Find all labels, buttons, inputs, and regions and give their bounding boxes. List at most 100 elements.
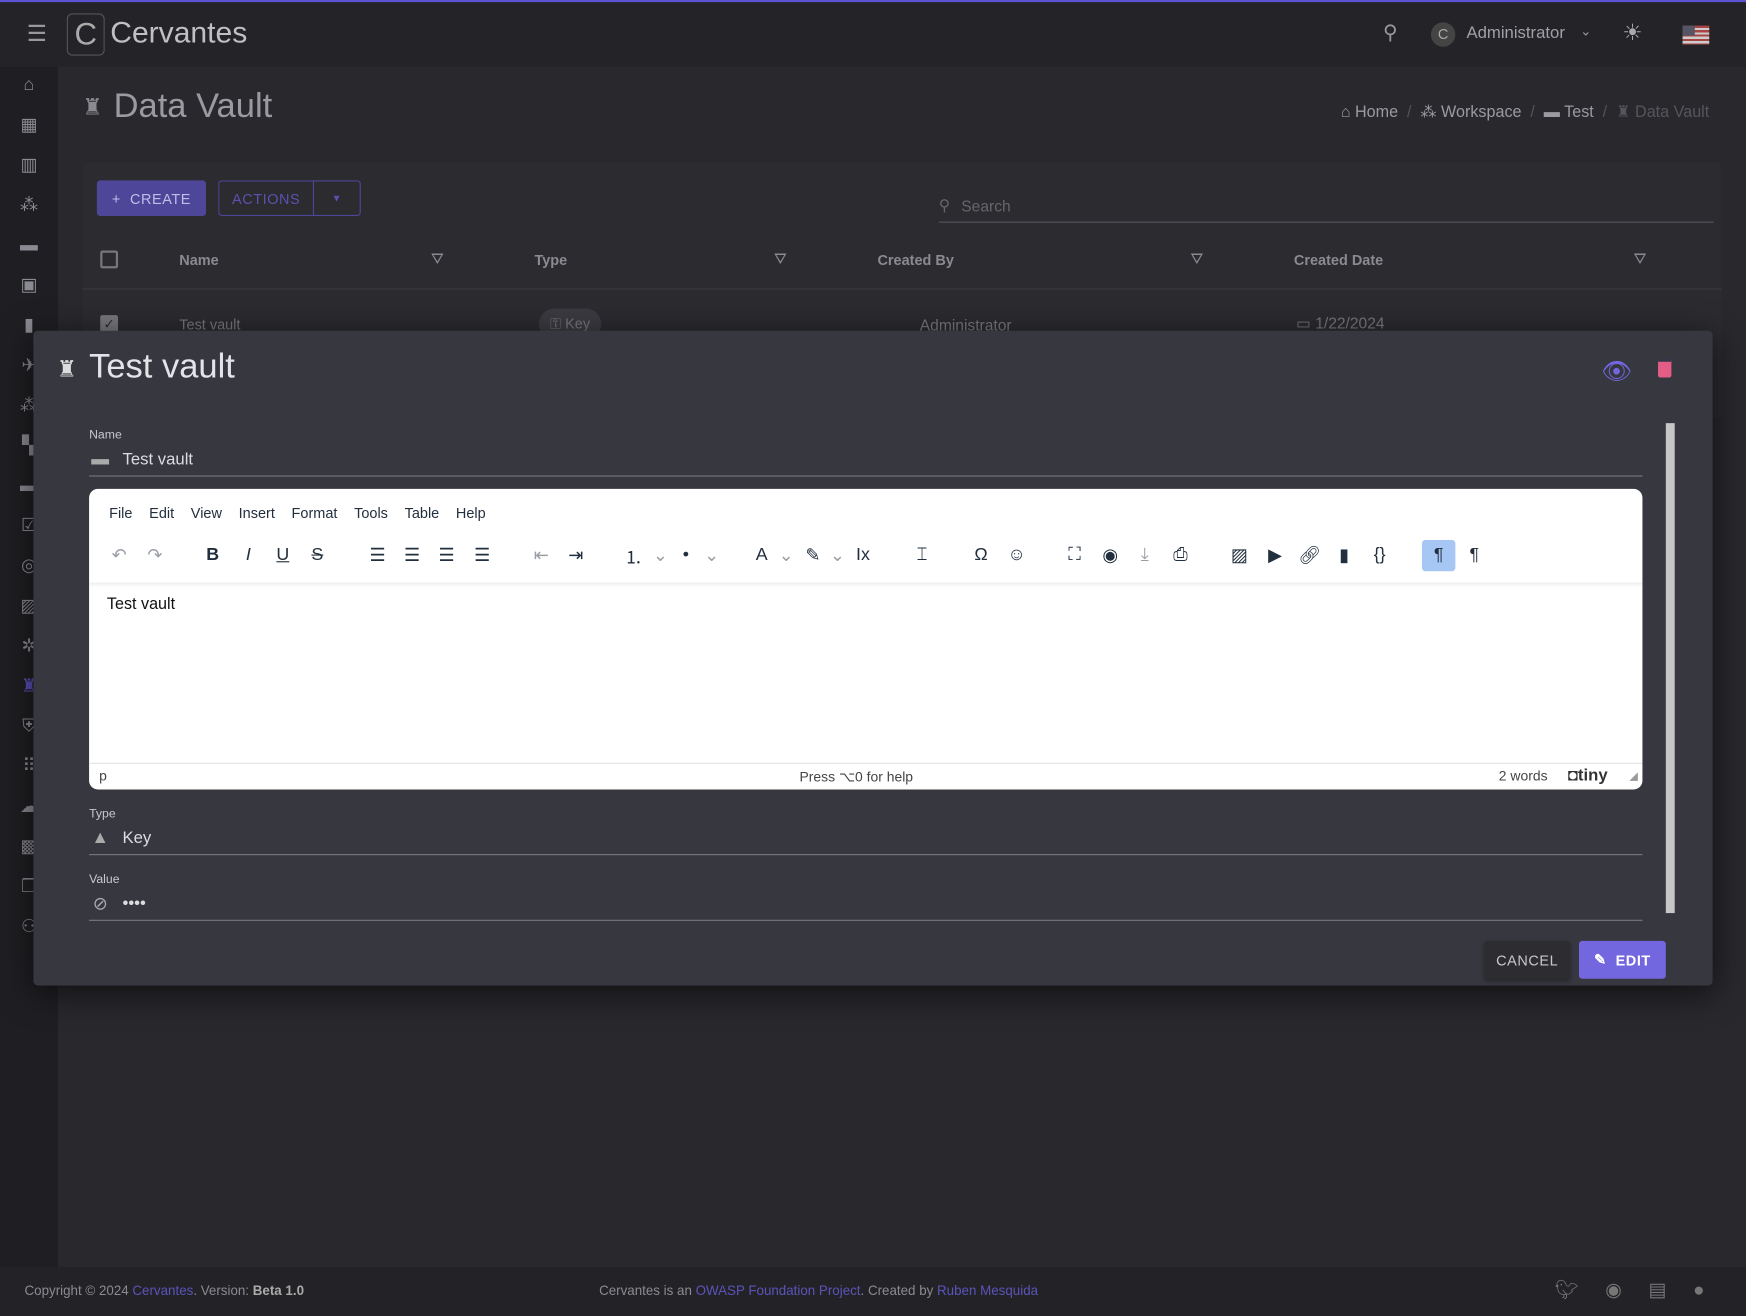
align-right-icon[interactable]: ☰ — [430, 540, 463, 571]
value-field[interactable]: ⊘ •••• — [89, 887, 1643, 921]
workspace-icon[interactable]: ⁂ — [18, 195, 40, 217]
docs-book-icon[interactable]: ▤ — [1648, 1279, 1666, 1301]
media-icon[interactable]: ▶ — [1258, 540, 1291, 571]
cervantes-link[interactable]: Cervantes — [132, 1283, 193, 1299]
cervantes-logo: C — [66, 13, 105, 56]
breadcrumb-test[interactable]: ▬ Test — [1544, 104, 1594, 122]
theme-toggle-icon[interactable]: ☀ — [1622, 19, 1642, 47]
search-icon[interactable]: ⚲ — [1383, 21, 1398, 44]
briefcase-icon[interactable]: ▣ — [18, 275, 40, 297]
page-title: Data Vault — [113, 85, 273, 125]
actions-dropdown[interactable]: ▼ — [312, 180, 361, 217]
redo-icon[interactable]: ↷ — [138, 540, 171, 571]
editor-menu-table[interactable]: Table — [405, 504, 440, 521]
type-label: Type — [89, 807, 116, 821]
preview-icon[interactable]: ◉ — [1093, 540, 1126, 571]
book-icon[interactable]: ▥ — [18, 155, 40, 177]
editor-menu-format[interactable]: Format — [292, 504, 338, 521]
italic-icon[interactable]: I — [232, 540, 265, 571]
word-count[interactable]: 2 words — [1499, 768, 1548, 784]
align-center-icon[interactable]: ☰ — [395, 540, 428, 571]
chevron-down-icon[interactable]: ⌄ — [695, 540, 728, 571]
breadcrumb-home[interactable]: ⌂ Home — [1341, 104, 1398, 122]
anchor-icon[interactable]: ▮ — [1327, 540, 1360, 571]
editor-content[interactable]: Test vault — [107, 596, 175, 614]
folder-icon[interactable]: ▬ — [18, 235, 40, 257]
resize-handle[interactable]: ◢ — [1629, 771, 1638, 783]
column-header-type[interactable]: Type — [534, 252, 567, 269]
emoji-icon[interactable]: ☺ — [1000, 540, 1033, 571]
delete-trash-icon[interactable] — [1658, 358, 1672, 378]
user-name[interactable]: Administrator — [1467, 23, 1565, 42]
scrollbar[interactable] — [1665, 423, 1675, 914]
vault-icon: ♜ — [56, 357, 77, 382]
search-input[interactable]: ⚲ Search — [938, 189, 1714, 223]
twitter-icon[interactable]: 🐦︎ — [1554, 1279, 1578, 1301]
cancel-button[interactable]: CANCEL — [1484, 940, 1571, 979]
clear-format-icon[interactable]: Ix — [846, 540, 879, 571]
view-eye-icon[interactable]: 👁 — [1601, 357, 1632, 386]
special-char-icon[interactable]: Ω — [964, 540, 997, 571]
column-header-created-date[interactable]: Created Date — [1294, 252, 1383, 269]
actions-button[interactable]: ACTIONS — [218, 180, 313, 217]
editor-menu-help[interactable]: Help — [456, 504, 486, 521]
breadcrumb-workspace[interactable]: ⁂ Workspace — [1420, 104, 1521, 122]
select-all-checkbox[interactable] — [100, 250, 119, 269]
save-icon[interactable]: ⤓ — [1128, 540, 1161, 571]
menu-icon[interactable]: ☰ — [27, 20, 47, 48]
element-path[interactable]: p — [99, 768, 107, 784]
rtl-icon[interactable]: ¶ — [1458, 540, 1491, 571]
underline-icon[interactable]: U — [266, 540, 299, 571]
eye-off-icon[interactable]: ⊘ — [89, 892, 111, 914]
name-field[interactable]: ▬ Test vault — [89, 443, 1643, 477]
type-field[interactable]: ▲ Key — [89, 822, 1643, 856]
editor-menu-view[interactable]: View — [191, 504, 222, 521]
owasp-link[interactable]: OWASP Foundation Project — [696, 1283, 861, 1299]
indent-icon[interactable]: ⇥ — [559, 540, 592, 571]
column-header-created-by[interactable]: Created By — [877, 252, 953, 269]
help-hint: Press ⌥0 for help — [799, 769, 914, 786]
calendar-icon[interactable]: ▦ — [18, 115, 40, 137]
editor-menu-insert[interactable]: Insert — [239, 504, 275, 521]
editor-menu-file[interactable]: File — [109, 504, 132, 521]
undo-icon[interactable]: ↶ — [102, 540, 135, 571]
bold-icon[interactable]: B — [196, 540, 229, 571]
page-break-icon[interactable]: ⌶ — [905, 540, 938, 571]
table-row[interactable]: ✓ Test vault ⚿ Key Administrator ▭ 1/22/… — [82, 301, 1721, 340]
outdent-icon[interactable]: ⇤ — [524, 540, 557, 571]
home-icon[interactable]: ⌂ — [18, 75, 40, 97]
app-name: Cervantes — [110, 15, 248, 49]
breadcrumb: ⌂ Home / ⁂ Workspace / ▬ Test / ♜ Data Vaul… — [1340, 103, 1710, 122]
editor-statusbar: p Press ⌥0 for help 2 words ◘tiny ◢ — [89, 762, 1643, 790]
author-link[interactable]: Ruben Mesquida — [937, 1283, 1038, 1299]
edit-button[interactable]: ✎ EDIT — [1578, 940, 1666, 979]
tiny-logo[interactable]: ◘tiny — [1568, 766, 1608, 785]
justify-icon[interactable]: ☰ — [465, 540, 498, 571]
folder-icon: ▬ — [91, 449, 110, 469]
column-header-name[interactable]: Name — [179, 252, 218, 269]
shapes-icon: ▲ — [91, 827, 110, 847]
code-sample-icon[interactable]: {} — [1363, 540, 1396, 571]
project-credits: Cervantes is an OWASP Foundation Project… — [599, 1282, 1039, 1299]
editor-menu-edit[interactable]: Edit — [149, 504, 174, 521]
filter-icon[interactable]: ⛛ — [774, 249, 787, 268]
print-icon[interactable]: ⎙ — [1164, 540, 1197, 571]
fullscreen-icon[interactable]: ⛶ — [1058, 540, 1091, 571]
chevron-down-icon[interactable]: ⌄ — [1580, 23, 1591, 39]
filter-icon[interactable]: ⛛ — [1190, 249, 1203, 268]
editor-menubar: File Edit View Insert Format Tools Table Help — [109, 504, 486, 521]
image-icon[interactable]: ▨ — [1223, 540, 1256, 571]
ltr-icon[interactable]: ¶ — [1421, 540, 1456, 572]
github-icon[interactable]: ● — [1693, 1279, 1704, 1301]
strikethrough-icon[interactable]: S — [301, 540, 334, 571]
user-avatar[interactable]: C — [1430, 22, 1456, 47]
link-icon[interactable]: 🔗︎ — [1293, 540, 1326, 571]
rich-text-editor[interactable]: File Edit View Insert Format Tools Table Help ↶… — [89, 488, 1643, 790]
language-flag-icon[interactable] — [1682, 25, 1710, 45]
discord-icon[interactable]: ◉ — [1605, 1279, 1622, 1301]
editor-menu-tools[interactable]: Tools — [354, 504, 388, 521]
filter-icon[interactable]: ⛛ — [1634, 249, 1647, 268]
create-button[interactable]: + CREATE — [96, 180, 207, 217]
filter-icon[interactable]: ⛛ — [431, 249, 444, 268]
align-left-icon[interactable]: ☰ — [361, 540, 394, 571]
